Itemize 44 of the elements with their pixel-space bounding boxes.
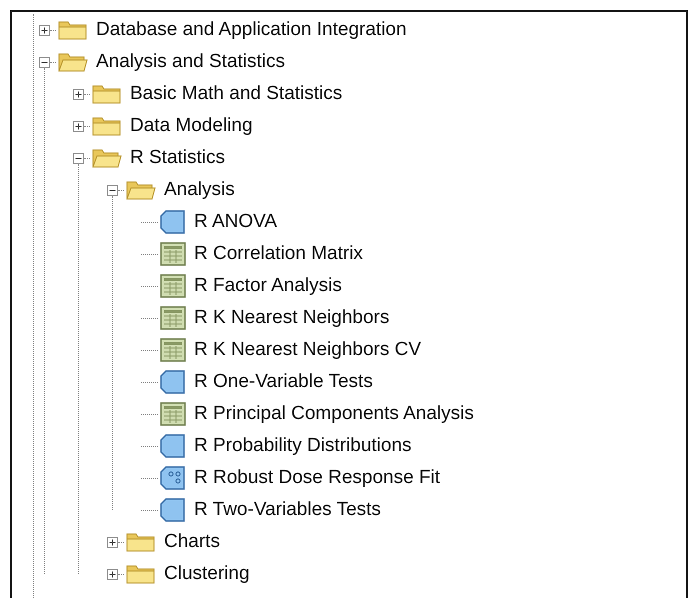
collapse-toggle[interactable] xyxy=(73,152,84,164)
tree-item-label[interactable]: Database and Application Integration xyxy=(96,19,407,41)
folder-icon xyxy=(92,83,122,105)
tree-item-label[interactable]: Basic Math and Statistics xyxy=(130,83,342,105)
expand-toggle[interactable] xyxy=(107,568,118,580)
tree-item-label[interactable]: Analysis xyxy=(164,179,235,201)
open-folder-icon xyxy=(58,51,88,73)
tree-item-label[interactable]: R Factor Analysis xyxy=(194,275,342,297)
table-icon xyxy=(160,306,186,330)
table-icon xyxy=(160,274,186,298)
tree-item-label[interactable]: R Principal Components Analysis xyxy=(194,403,474,425)
tree-item-label[interactable]: Charts xyxy=(164,531,220,553)
tree-item-label[interactable]: R ANOVA xyxy=(194,211,278,233)
tree-item-label[interactable]: R One-Variable Tests xyxy=(194,371,373,393)
tree-item-label[interactable]: R K Nearest Neighbors xyxy=(194,307,390,329)
tree-item-label[interactable]: Analysis and Statistics xyxy=(96,51,286,73)
open-folder-icon xyxy=(126,179,156,201)
node-icon xyxy=(160,210,186,234)
folder-icon xyxy=(92,115,122,137)
tree-item-label[interactable]: Clustering xyxy=(164,563,250,585)
expand-toggle[interactable] xyxy=(73,88,84,100)
folder-icon xyxy=(126,563,156,585)
tree-item-label[interactable]: R Statistics xyxy=(130,147,226,169)
node-icon xyxy=(160,498,186,522)
tree-item-label[interactable]: R Probability Distributions xyxy=(194,435,412,457)
tree-item-label[interactable]: R Robust Dose Response Fit xyxy=(194,467,440,489)
folder-icon xyxy=(58,19,88,41)
expand-toggle[interactable] xyxy=(39,24,50,36)
table-icon xyxy=(160,338,186,362)
tree-item-label[interactable]: Data Modeling xyxy=(130,115,253,137)
folder-icon xyxy=(126,531,156,553)
node-icon xyxy=(160,434,186,458)
tree-item-label[interactable]: R Correlation Matrix xyxy=(194,243,363,265)
expand-toggle[interactable] xyxy=(73,120,84,132)
open-folder-icon xyxy=(92,147,122,169)
collapse-toggle[interactable] xyxy=(107,184,118,196)
table-icon xyxy=(160,242,186,266)
table-icon xyxy=(160,402,186,426)
scatter-node-icon xyxy=(160,466,186,490)
node-icon xyxy=(160,370,186,394)
tree-item-label[interactable]: R Two-Variables Tests xyxy=(194,499,381,521)
expand-toggle[interactable] xyxy=(107,536,118,548)
collapse-toggle[interactable] xyxy=(39,56,50,68)
tree-item-label[interactable]: R K Nearest Neighbors CV xyxy=(194,339,422,361)
